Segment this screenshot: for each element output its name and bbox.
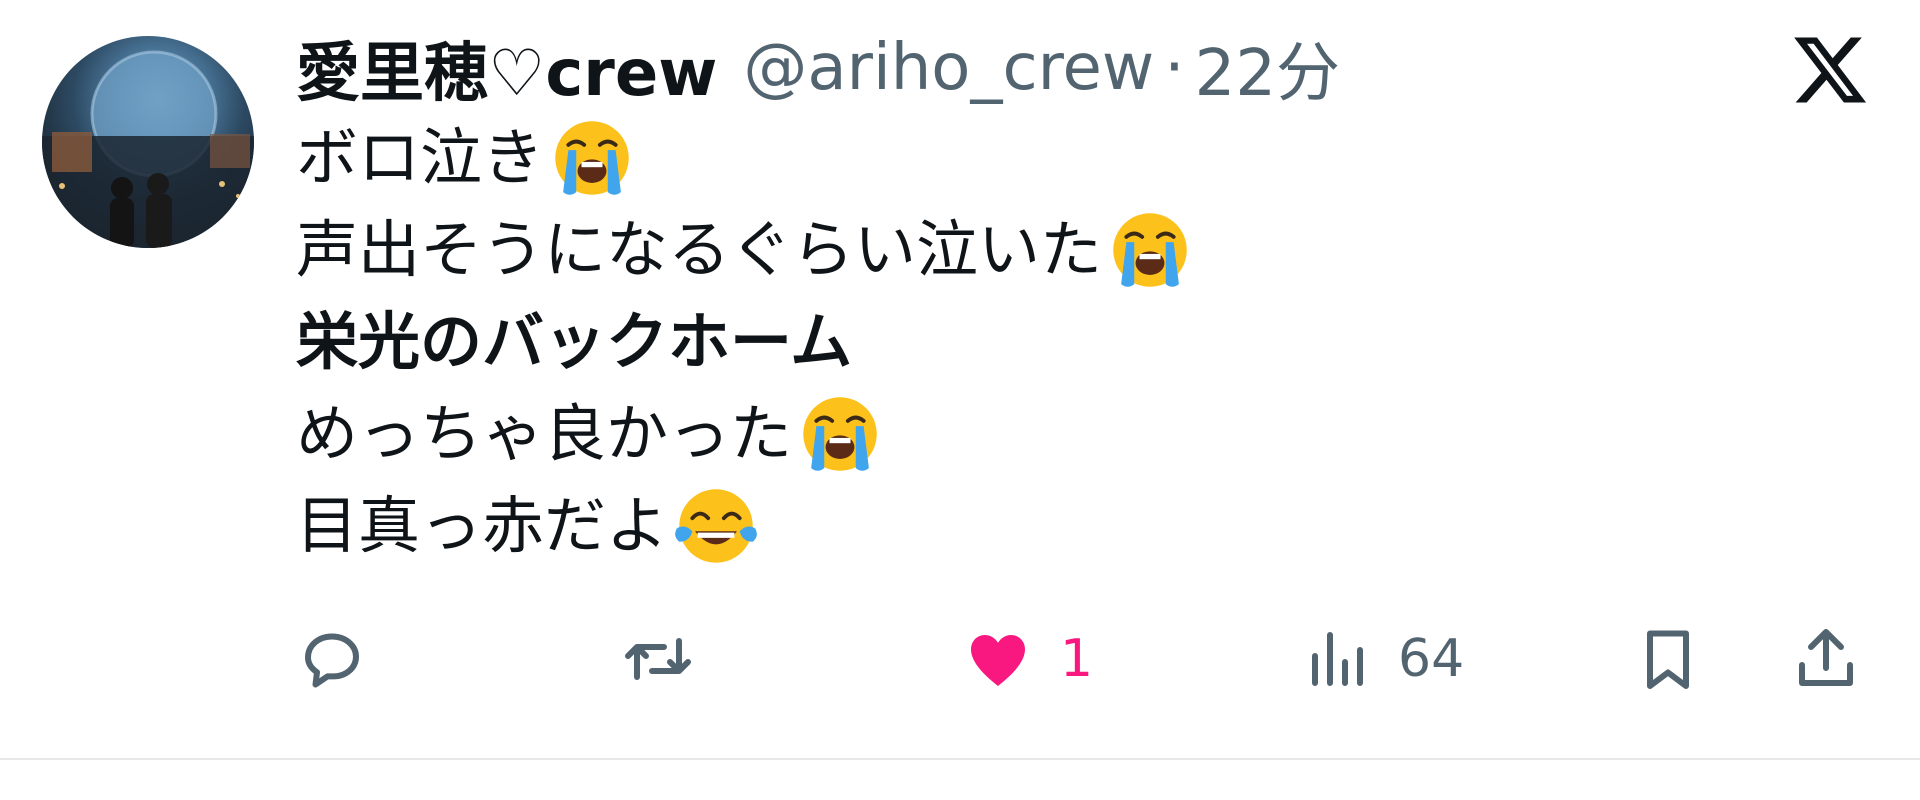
share-button[interactable] (1790, 614, 1862, 704)
tweet-line-text: 声出そうになるぐらい泣いた (296, 213, 1103, 286)
tweet-text: ボロ泣き 声出そうになるぐらい泣いた 栄光のバックホーム めっちゃ良かった 目真… (296, 112, 1192, 572)
loudly-crying-face-icon (798, 392, 882, 476)
avatar[interactable] (42, 36, 254, 248)
avatar-photo (42, 50, 254, 248)
like-count: 1 (1060, 629, 1094, 689)
retweet-arrows-icon (625, 638, 691, 680)
reply-button[interactable] (296, 614, 394, 704)
tweet-line: 声出そうになるぐらい泣いた (296, 204, 1192, 296)
bookmark-icon (1647, 630, 1689, 689)
tweet-line: ボロ泣き (296, 112, 1192, 204)
tweet-line: 栄光のバックホーム (296, 296, 1192, 388)
like-button[interactable]: 1 (962, 614, 1093, 704)
speech-bubble-icon (305, 633, 359, 688)
retweet-button[interactable] (622, 614, 720, 704)
tweet-line-text: 栄光のバックホーム (296, 305, 853, 378)
loudly-crying-face-icon (550, 116, 634, 200)
tweet-line: めっちゃ良かった (296, 388, 1192, 480)
views-count: 64 (1398, 629, 1465, 689)
user-handle[interactable]: @ariho_crew (743, 31, 1154, 105)
divider (0, 758, 1920, 760)
timestamp[interactable]: 22分 (1195, 22, 1340, 114)
share-upload-icon (1799, 629, 1853, 686)
heart-icon (971, 635, 1025, 686)
tweet-card[interactable]: 愛里穂♡crew @ariho_crew · 22分 ボロ泣き 声出そうになるぐ… (0, 0, 1920, 760)
separator-dot: · (1164, 31, 1185, 105)
tweet-line-text: ボロ泣き (296, 121, 545, 194)
loudly-crying-face-icon (1108, 208, 1192, 292)
x-logo-icon (1790, 30, 1870, 110)
views-button[interactable]: 64 (1300, 614, 1464, 704)
tweet-line: 目真っ赤だよ (296, 480, 1192, 572)
display-name[interactable]: 愛里穂♡crew (296, 22, 717, 114)
bar-chart-icon (1312, 632, 1363, 686)
tweet-line-text: めっちゃ良かった (296, 397, 793, 470)
tweet-line-text: 目真っ赤だよ (296, 489, 669, 562)
action-bar: 1 64 (296, 614, 1876, 704)
face-with-tears-of-joy-icon (674, 484, 758, 568)
bookmark-button[interactable] (1632, 614, 1704, 704)
tweet-header: 愛里穂♡crew @ariho_crew · 22分 (296, 30, 1340, 111)
